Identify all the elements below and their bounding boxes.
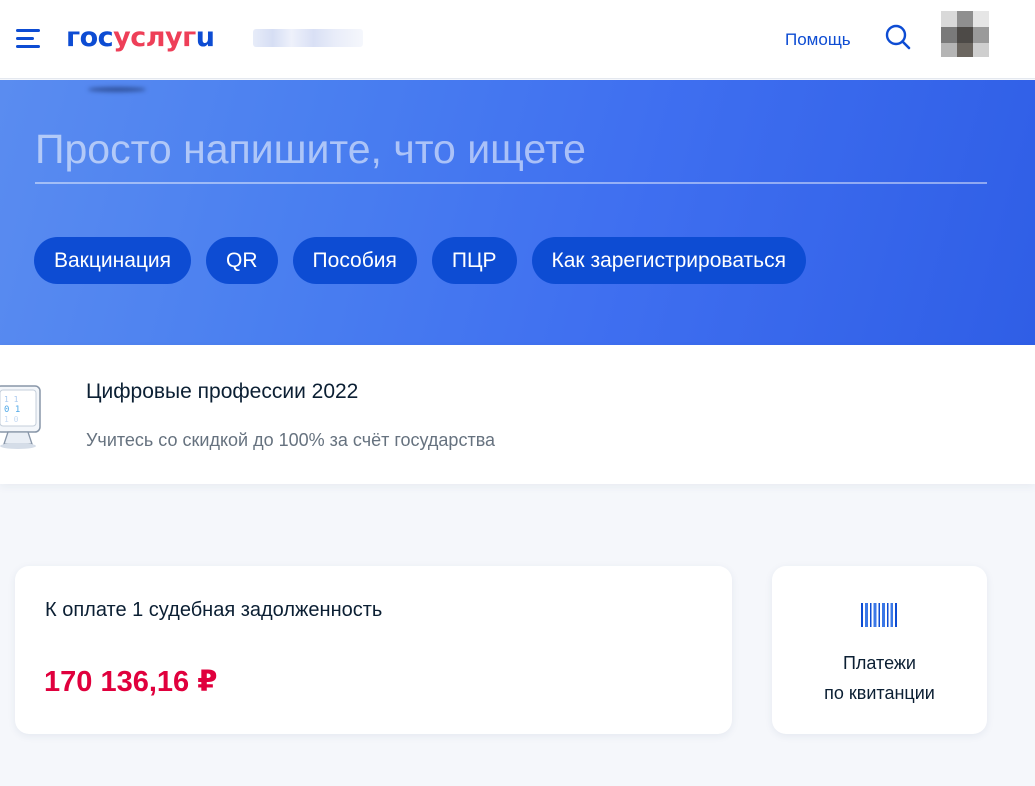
court-debt-card[interactable]: К оплате 1 судебная задолженность 170 13… — [15, 566, 732, 734]
chip-how-to-register[interactable]: Как зарегистрироваться — [531, 237, 806, 284]
blurred-user-region — [253, 29, 363, 47]
search-icon[interactable] — [884, 24, 912, 52]
hero-shadow-decoration — [88, 87, 146, 92]
computer-monitor-icon: 1 1 0 1 1 0 — [0, 382, 46, 452]
search-input[interactable] — [35, 124, 987, 184]
user-avatar[interactable] — [941, 11, 989, 57]
receipt-payments-label: Платежи по квитанции — [772, 648, 987, 708]
menu-icon[interactable] — [16, 29, 42, 51]
chip-qr[interactable]: QR — [206, 237, 278, 284]
receipt-payments-card[interactable]: Платежи по квитанции — [772, 566, 987, 734]
svg-text:1 1: 1 1 — [4, 395, 19, 404]
banner-subtitle: Учитесь со скидкой до 100% за счёт госуд… — [86, 430, 496, 450]
gosuslugi-logo[interactable]: госуслугu — [66, 21, 215, 55]
chip-vaccination[interactable]: Вакцинация — [34, 237, 192, 284]
svg-text:1 0: 1 0 — [4, 415, 19, 424]
svg-text:0 1: 0 1 — [4, 405, 20, 415]
receipt-payments-line2: по квитанции — [824, 683, 935, 703]
chip-pcr[interactable]: ПЦР — [431, 237, 517, 284]
chip-benefits[interactable]: Пособия — [292, 237, 417, 284]
digital-professions-banner[interactable]: 1 1 0 1 1 0 Цифровые профессии 2022 Учит… — [0, 345, 1035, 484]
debt-amount: 170 136,16 ₽ — [44, 666, 218, 698]
help-link[interactable]: Помощь — [785, 30, 851, 50]
quick-links: Вакцинация QR Пособия ПЦР Как зарегистри… — [34, 237, 806, 284]
debt-card-title: К оплате 1 судебная задолженность — [45, 599, 383, 621]
receipt-payments-line1: Платежи — [842, 653, 916, 673]
banner-title: Цифровые профессии 2022 — [86, 380, 359, 403]
hero-search-section: Вакцинация QR Пособия ПЦР Как зарегистри… — [0, 80, 1035, 345]
barcode-icon — [861, 603, 897, 627]
top-header: госуслугu Помощь — [0, 0, 1035, 79]
